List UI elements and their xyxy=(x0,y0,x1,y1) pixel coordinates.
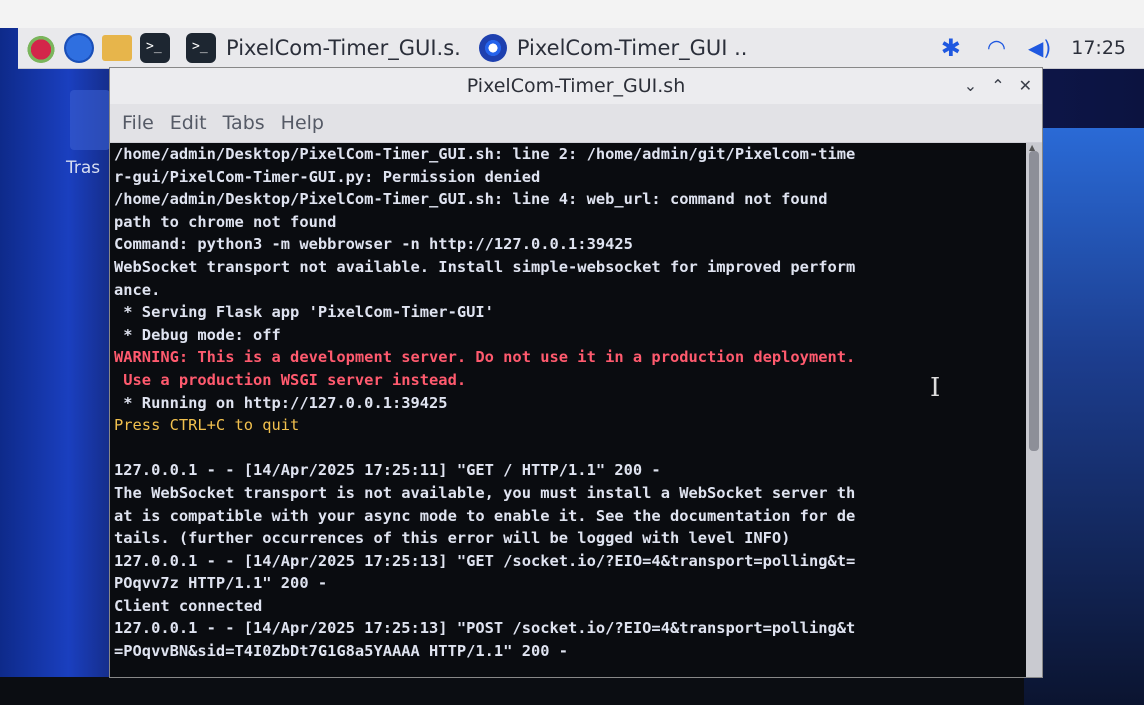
terminal-window: PixelCom-Timer_GUI.sh ⌄ ⌃ ✕ File Edit Ta… xyxy=(110,68,1042,677)
raspberry-menu-icon[interactable] xyxy=(26,33,56,63)
top-bezel xyxy=(0,0,1144,28)
trash-label: Tras xyxy=(66,158,101,178)
maximize-icon[interactable]: ⌃ xyxy=(991,76,1004,95)
menu-file[interactable]: File xyxy=(122,112,154,134)
desktop-wallpaper-right xyxy=(1024,128,1144,705)
terminal-line: =POqvvBN&sid=T4I0ZbDt7G1G8a5YAAAA HTTP/1… xyxy=(114,642,569,661)
terminal-line: path to chrome not found xyxy=(114,212,337,231)
clock[interactable]: 17:25 xyxy=(1071,37,1126,59)
terminal-line: * Debug mode: off xyxy=(114,325,281,344)
terminal-line: at is compatible with your async mode to… xyxy=(114,506,856,525)
terminal-line: The WebSocket transport is not available… xyxy=(114,483,856,502)
terminal-line: Command: python3 -m webbrowser -n http:/… xyxy=(114,235,633,254)
terminal-line: * Serving Flask app 'PixelCom-Timer-GUI' xyxy=(114,303,494,322)
terminal-line: ance. xyxy=(114,280,161,299)
terminal-line: /home/admin/Desktop/PixelCom-Timer_GUI.s… xyxy=(114,145,856,163)
volume-icon[interactable]: ◀) xyxy=(1028,36,1051,60)
taskbar: PixelCom-Timer_GUI.s. PixelCom-Timer_GUI… xyxy=(18,28,1144,69)
terminal-task-icon[interactable] xyxy=(186,33,216,63)
minimize-icon[interactable]: ⌄ xyxy=(964,76,977,95)
terminal-line: r-gui/PixelCom-Timer-GUI.py: Permission … xyxy=(114,167,541,186)
terminal-line: * Running on http://127.0.0.1:39425 xyxy=(114,393,448,412)
scrollbar-thumb[interactable] xyxy=(1029,151,1039,451)
terminal-quit-hint: Press CTRL+C to quit xyxy=(114,416,300,435)
scroll-up-icon[interactable]: ▲ xyxy=(1029,143,1039,152)
menu-bar: File Edit Tabs Help xyxy=(110,104,1042,143)
terminal-line: 127.0.0.1 - - [14/Apr/2025 17:25:11] "GE… xyxy=(114,461,661,480)
terminal-line: /home/admin/Desktop/PixelCom-Timer_GUI.s… xyxy=(114,190,828,209)
text-cursor-icon: I xyxy=(930,373,941,403)
terminal-warning-line: Use a production WSGI server instead. xyxy=(114,370,467,389)
terminal-scrollbar[interactable]: ▲ xyxy=(1026,143,1042,677)
terminal-line: tails. (further occurrences of this erro… xyxy=(114,529,791,548)
menu-tabs[interactable]: Tabs xyxy=(223,112,265,134)
terminal-warning-line: WARNING: This is a development server. D… xyxy=(114,348,856,367)
window-title: PixelCom-Timer_GUI.sh xyxy=(466,75,686,97)
menu-help[interactable]: Help xyxy=(281,112,324,134)
file-manager-icon[interactable] xyxy=(102,35,132,61)
wifi-icon[interactable]: ◠ xyxy=(987,36,1006,61)
terminal-launcher-icon[interactable] xyxy=(140,33,170,63)
terminal-line: WebSocket transport not available. Insta… xyxy=(114,257,856,276)
terminal-output[interactable]: /home/admin/Desktop/PixelCom-Timer_GUI.s… xyxy=(110,143,1026,677)
web-browser-icon[interactable] xyxy=(64,33,94,63)
trash-icon[interactable] xyxy=(70,90,110,150)
chromium-task-icon[interactable] xyxy=(478,34,507,62)
close-icon[interactable]: ✕ xyxy=(1019,76,1032,95)
bluetooth-icon[interactable]: ✱ xyxy=(941,34,961,62)
terminal-line: 127.0.0.1 - - [14/Apr/2025 17:25:13] "PO… xyxy=(114,619,856,638)
terminal-line: Client connected xyxy=(114,596,263,615)
taskbar-task-browser[interactable]: PixelCom-Timer_GUI .. xyxy=(517,36,748,60)
terminal-line: 127.0.0.1 - - [14/Apr/2025 17:25:13] "GE… xyxy=(114,551,856,570)
menu-edit[interactable]: Edit xyxy=(170,112,207,134)
taskbar-task-terminal[interactable]: PixelCom-Timer_GUI.s. xyxy=(226,36,461,60)
terminal-line: POqvv7z HTTP/1.1" 200 - xyxy=(114,574,328,593)
window-titlebar[interactable]: PixelCom-Timer_GUI.sh ⌄ ⌃ ✕ xyxy=(110,68,1042,104)
window-controls: ⌄ ⌃ ✕ xyxy=(964,76,1032,95)
